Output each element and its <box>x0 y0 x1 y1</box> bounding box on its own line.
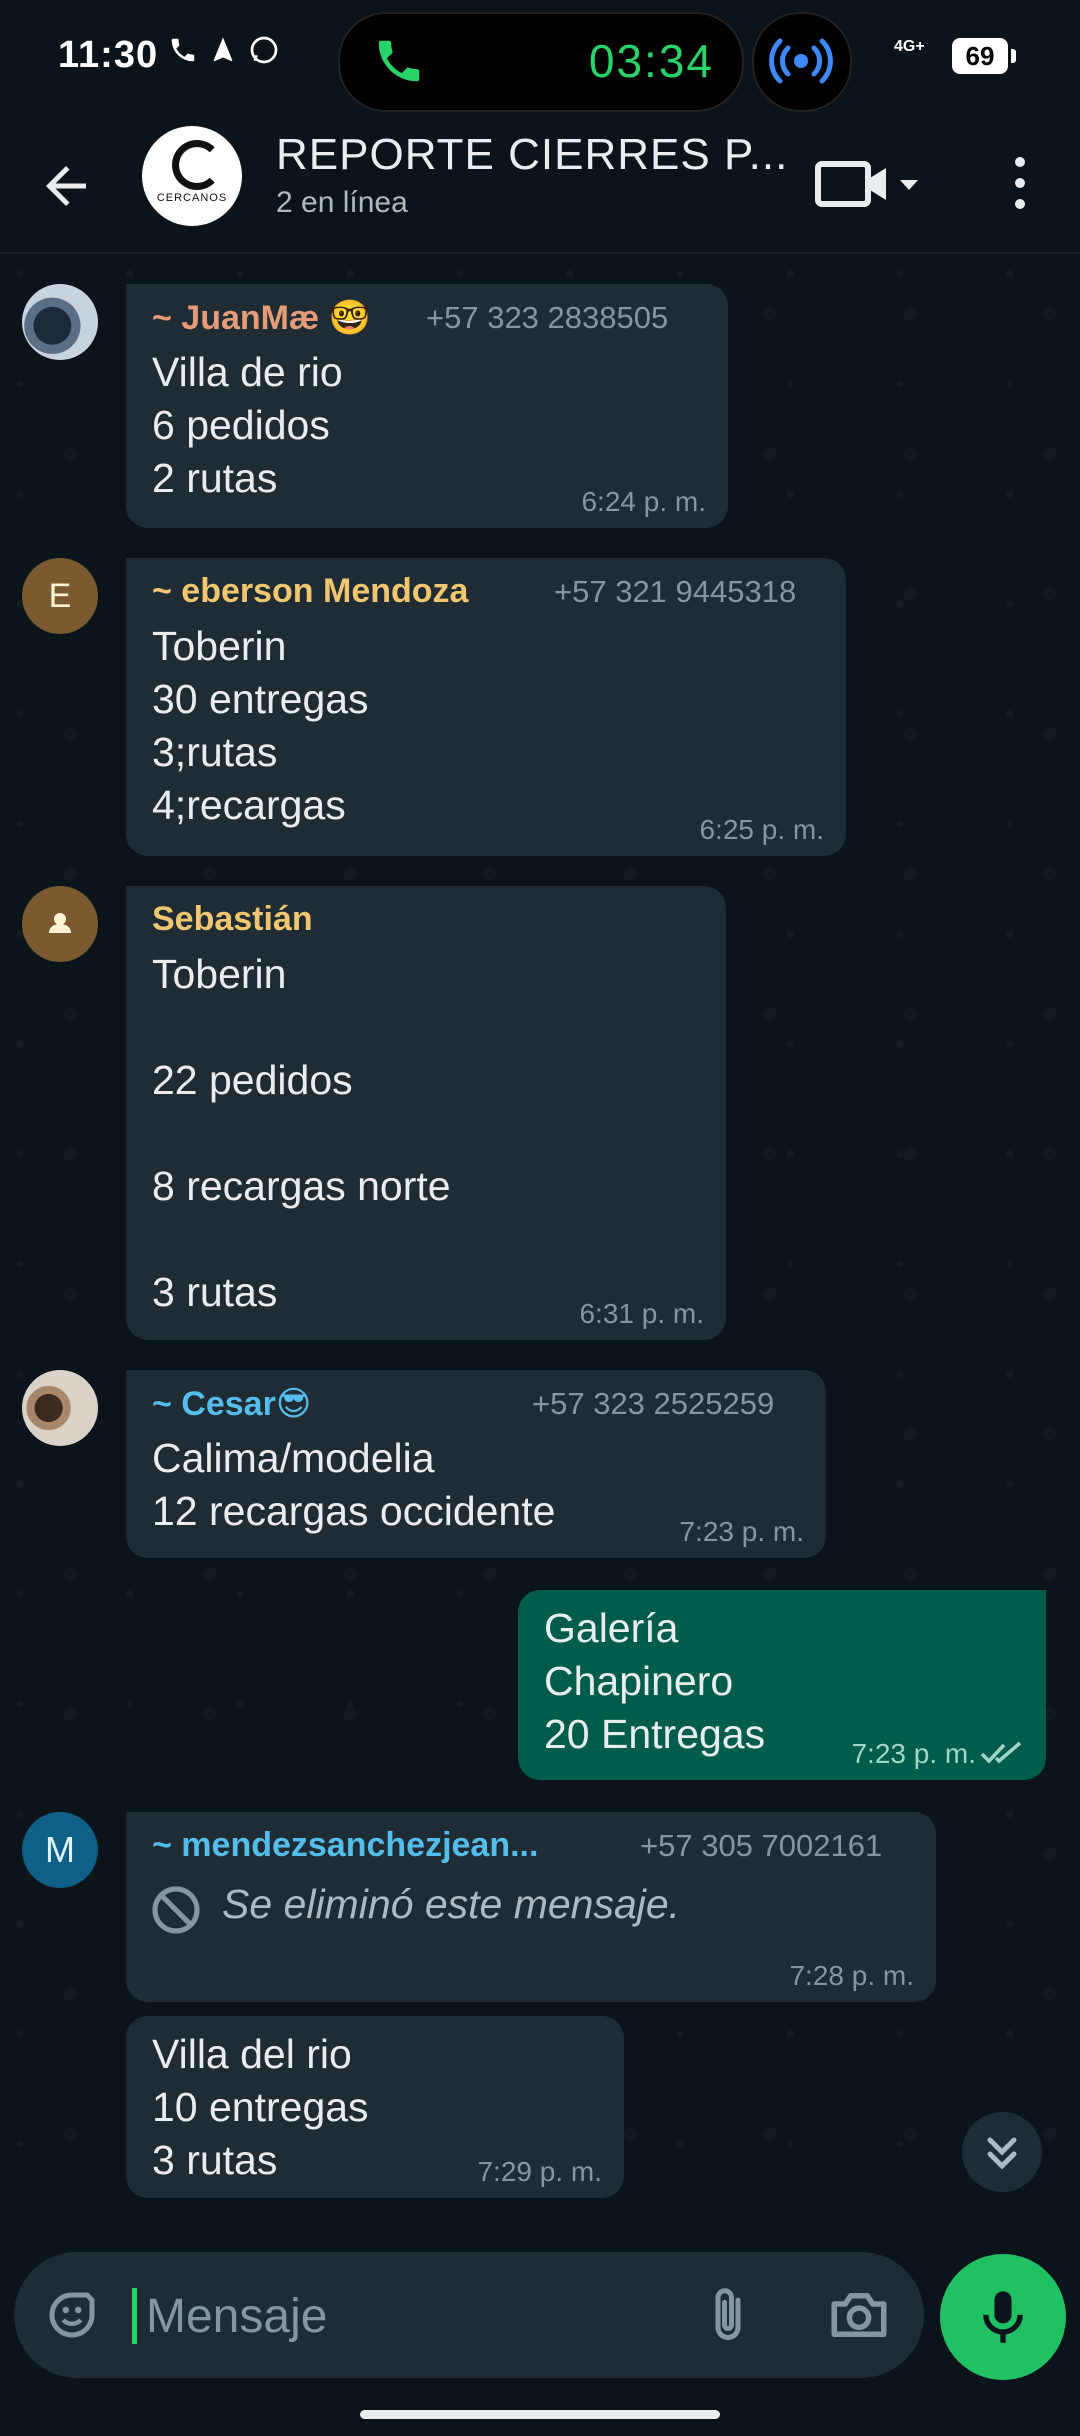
message-bubble[interactable]: Villa del rio 10 entregas 3 rutas 7:29 p… <box>126 2016 624 2198</box>
whatsapp-icon <box>250 36 278 64</box>
message-bubble[interactable]: ~ mendezsanchezjean... +57 305 7002161 S… <box>126 1812 936 2002</box>
camera-icon[interactable] <box>826 2282 892 2348</box>
call-timer: 03:34 <box>588 35 714 87</box>
microphone-button[interactable] <box>940 2254 1066 2380</box>
phone-icon <box>171 38 195 62</box>
ongoing-call-pill[interactable]: 03:34 <box>338 12 744 112</box>
scroll-to-bottom-button[interactable] <box>962 2112 1042 2192</box>
outgoing-message-bubble[interactable]: Galería Chapinero 20 Entregas 7:23 p. m. <box>518 1590 1046 1780</box>
message-text: Villa de rio 6 pedidos 2 rutas <box>152 349 343 501</box>
microphone-icon <box>983 2291 1023 2343</box>
message-bubble[interactable]: ~ Cesar😎 +57 323 2525259 Calima/modelia … <box>126 1370 826 1558</box>
message-sender[interactable]: ~ JuanMæ 🤓 <box>152 298 371 338</box>
message-time: 7:23 p. m. <box>679 1516 804 1547</box>
more-options-icon[interactable] <box>1000 148 1040 218</box>
group-title[interactable]: REPORTE CIERRES P... <box>276 130 788 180</box>
network-indicator: 4G+ <box>894 38 925 55</box>
message-text: Galería Chapinero 20 Entregas <box>544 1605 766 1757</box>
sticker-icon[interactable] <box>42 2285 102 2345</box>
message-bubble[interactable]: ~ eberson Mendoza +57 321 9445318 Toberi… <box>126 558 846 856</box>
sender-phone: +57 305 7002161 <box>640 1828 883 1863</box>
sender-phone: +57 323 2838505 <box>426 300 669 335</box>
person-icon <box>49 913 71 933</box>
sender-phone: +57 321 9445318 <box>554 574 797 609</box>
navigation-icon <box>213 37 233 62</box>
chat-area[interactable]: ~ JuanMæ 🤓 +57 323 2838505 Villa de rio … <box>0 254 1080 2226</box>
hotspot-pill[interactable] <box>752 12 852 112</box>
chat-header: CERCANOS REPORTE CIERRES P... 2 en línea <box>0 120 1080 254</box>
home-indicator[interactable] <box>360 2410 720 2419</box>
status-bar: 11:30 03:34 4G+ 69 <box>0 0 1080 120</box>
avatar[interactable] <box>22 284 98 360</box>
group-avatar[interactable]: CERCANOS <box>142 126 242 226</box>
read-receipt-icon <box>980 1741 1022 1764</box>
message-text: Toberin 22 pedidos 8 recargas norte 3 ru… <box>152 951 451 1315</box>
message-sender[interactable]: ~ eberson Mendoza <box>152 572 468 611</box>
message-time: 7:23 p. m. <box>851 1738 976 1769</box>
avatar[interactable] <box>22 886 98 962</box>
paperclip-icon[interactable] <box>698 2282 758 2348</box>
avatar[interactable]: M <box>22 1812 98 1888</box>
message-text: Toberin 30 entregas 3;rutas 4;recargas <box>152 623 369 828</box>
video-call-icon[interactable] <box>814 154 924 214</box>
status-icons <box>168 34 280 66</box>
chevron-double-down-icon <box>987 2137 1017 2170</box>
battery-indicator: 69 <box>952 38 1016 74</box>
message-time: 7:29 p. m. <box>477 2156 602 2187</box>
message-sender[interactable]: Sebastián <box>152 900 313 939</box>
call-icon <box>378 40 420 82</box>
logo-c-icon <box>172 140 222 190</box>
blocked-icon <box>152 1886 200 1934</box>
text-cursor <box>132 2288 137 2344</box>
message-time: 7:28 p. m. <box>789 1960 914 1991</box>
back-arrow-icon[interactable] <box>36 156 96 216</box>
message-time: 6:25 p. m. <box>699 814 824 845</box>
message-sender[interactable]: ~ mendezsanchezjean... <box>152 1826 538 1865</box>
status-time: 11:30 <box>58 34 159 76</box>
deleted-message-text: Se eliminó este mensaje. <box>222 1881 681 1927</box>
message-text: Calima/modelia 12 recargas occidente <box>152 1435 556 1534</box>
avatar[interactable]: E <box>22 558 98 634</box>
message-sender[interactable]: ~ Cesar😎 <box>152 1384 311 1424</box>
message-text: Villa del rio 10 entregas 3 rutas <box>152 2031 369 2183</box>
avatar-logo-text: CERCANOS <box>156 192 228 204</box>
message-time: 6:31 p. m. <box>579 1298 704 1329</box>
group-online-status: 2 en línea <box>276 186 408 219</box>
broadcast-icon <box>769 38 833 84</box>
message-time: 6:24 p. m. <box>581 486 706 517</box>
message-bubble[interactable]: ~ JuanMæ 🤓 +57 323 2838505 Villa de rio … <box>126 284 728 528</box>
message-bubble[interactable]: Sebastián Toberin 22 pedidos 8 recargas … <box>126 886 726 1340</box>
avatar[interactable] <box>22 1370 98 1446</box>
message-input[interactable] <box>144 2282 688 2350</box>
message-composer <box>14 2252 924 2378</box>
sender-phone: +57 323 2525259 <box>532 1386 775 1421</box>
